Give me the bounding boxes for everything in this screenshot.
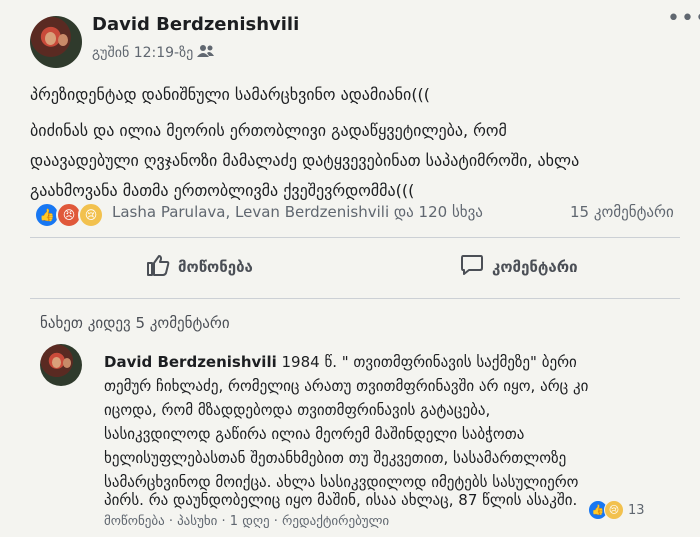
post-text-line: პრეზიდენტად დანიშნული სამარცხვინო ადამია… [30,85,431,104]
like-button[interactable]: მოწონება [146,254,253,280]
commenter-avatar[interactable] [40,344,82,386]
comment-reaction-count: 13 [628,502,645,518]
post-meta: გუშინ 12:19-ზე [92,44,215,62]
comment-text-line: ხელისუფლებასთან შეთანხმებით თუ შეკვეთით,… [104,449,567,467]
reaction-icons[interactable]: 👍 😠 😢 [34,202,104,228]
post-card: David Berdzenishvili გუშინ 12:19-ზე ••• … [0,0,700,537]
comment-button[interactable]: კომენტარი [460,254,578,280]
comment-actions[interactable]: მოწონება · პასუხი · 1 დღე · რედაქტირებულ… [104,514,389,529]
comment-text: 1984 წ. " თვითმფრინავის საქმეზე" ბერი [276,353,577,371]
divider [30,237,680,238]
view-more-comments[interactable]: ნახეთ კიდევ 5 კომენტარი [40,314,230,332]
comment-icon [460,254,484,280]
like-button-label: მოწონება [178,258,253,276]
friends-icon [197,44,215,62]
author-avatar[interactable] [30,16,82,68]
sad-reaction-icon: 😢 [604,500,624,520]
post-text-line: ბიძინას და ილია მეორის ერთობლივი გადაწყვ… [30,121,507,140]
thumbs-up-icon [146,254,170,280]
comment-text-line: იცოდა, რომ მზადდებოდა თვითმფრინავის გატა… [104,401,491,419]
ellipsis-icon[interactable]: ••• [667,6,700,31]
comment-author[interactable]: David Berdzenishvili [104,353,277,371]
comment-text-line: პირს. რა დაუნდობელიც იყო მაშინ, ისაა ახლ… [104,491,578,509]
post-text-line: დაავადებული ღვჯანოზი მამალაძე დატყვევები… [30,151,580,170]
post-author-name[interactable]: David Berdzenishvili [92,14,299,35]
comment-count[interactable]: 15 კომენტარი [570,203,674,221]
reaction-names[interactable]: Lasha Parulava, Levan Berdzenishvili და … [112,203,483,221]
sad-reaction-icon: 😢 [78,202,104,228]
comment-text-line: თემურ ჩიხლაძე, რომელიც არათუ თვითმფრინავ… [104,377,589,395]
post-timestamp[interactable]: გუშინ 12:19-ზე [92,45,193,61]
divider [30,298,680,299]
comment-text-line: სასიკვდილოდ გაწირა ილია მეორემ მაშინდელი… [104,425,525,443]
comment-text-line: David Berdzenishvili 1984 წ. " თვითმფრინ… [104,350,577,374]
comment-button-label: კომენტარი [492,258,578,276]
comment-reactions[interactable]: 👍 😢 13 [588,500,645,520]
